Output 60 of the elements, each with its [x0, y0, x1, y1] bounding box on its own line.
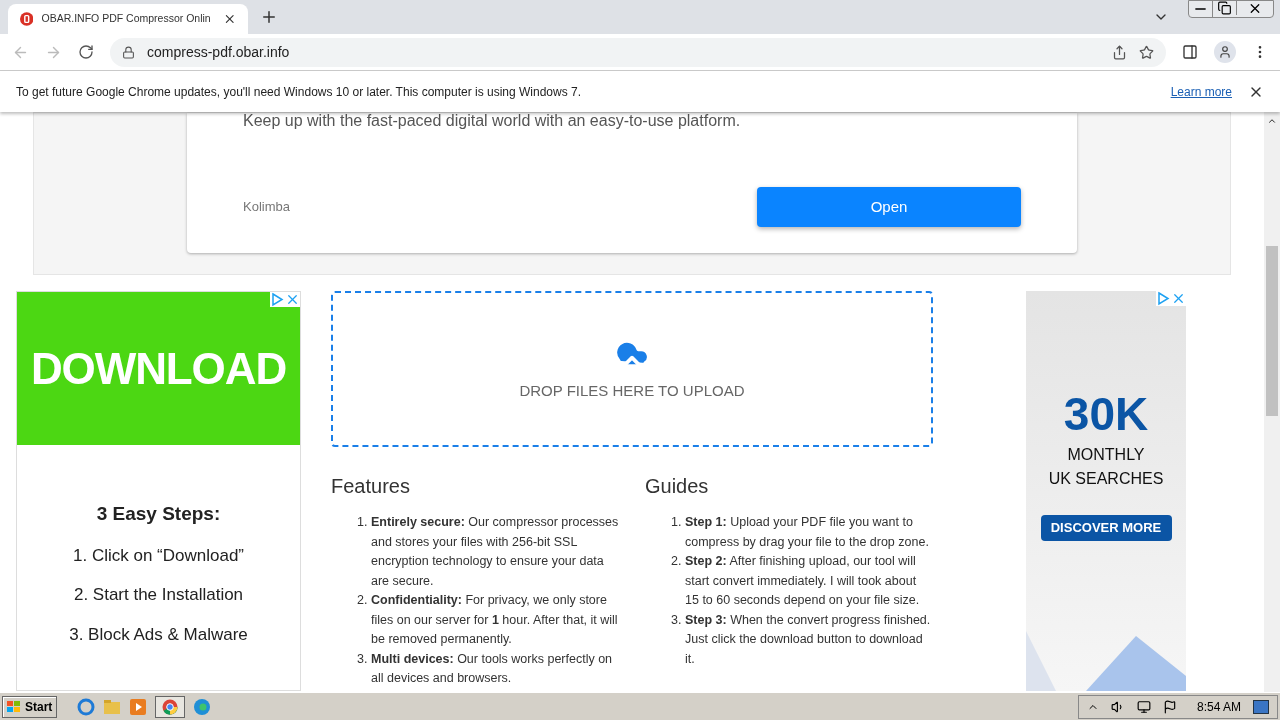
guide-text: Step 2: After finishing upload, our tool will start convert immediately. I will took about 15 to 60 seconds depend on your file size. [685, 553, 921, 609]
tab-title: OBAR.INFO PDF Compressor Onlin [41, 11, 212, 27]
share-icon[interactable] [1112, 44, 1127, 60]
ad-brand: Kolimba [243, 198, 290, 217]
feature-text: Multi devices: Our tools works perfectly on all devices and browsers. [371, 650, 614, 687]
ad-subtitle: 3 Easy Steps: [96, 502, 221, 526]
download-ad[interactable]: DOWNLOAD 3 Easy Steps: 1. Click on “Download” 2. Start the Installation 3. Block Ads & Malware [16, 291, 301, 691]
browser-taskbar-icon[interactable] [77, 697, 96, 716]
list-number: 1. [671, 514, 683, 531]
start-button[interactable]: Start [2, 695, 58, 718]
ad-step: 3. Block Ads & Malware [69, 621, 248, 647]
ad-line: UK SEARCHES [1048, 469, 1164, 489]
address-bar[interactable]: compress-pdf.obar.info [110, 37, 1166, 67]
list-number: 2. [357, 592, 369, 609]
ad-step: 2. Start the Installation [73, 582, 244, 608]
bookmark-star-icon[interactable] [1139, 44, 1154, 60]
guide-text: Step 1: Upload your PDF file you want to compress by drag your file to the drop zone. [685, 514, 930, 551]
discover-more-button[interactable]: DISCOVER MORE [1040, 515, 1172, 541]
url-text: compress-pdf.obar.info [147, 42, 291, 62]
ad-choices-icon[interactable] [270, 292, 285, 307]
ad-tagline: Keep up with the fast-paced digital world with an easy-to-use platform. [243, 112, 742, 131]
scrollbar-thumb[interactable] [1266, 246, 1278, 416]
show-desktop-button[interactable] [1253, 699, 1269, 714]
profile-avatar[interactable] [1214, 41, 1236, 63]
scroll-up-icon[interactable] [1267, 116, 1277, 126]
new-tab-icon[interactable] [260, 8, 278, 26]
scrollbar[interactable] [1264, 112, 1280, 692]
ad-figure: 30K [1063, 391, 1149, 437]
windows-logo-icon [7, 700, 21, 713]
upload-drop-zone[interactable]: DROP FILES HERE TO UPLOAD [331, 291, 933, 447]
list-number: 3. [357, 650, 369, 668]
network-icon[interactable] [1136, 699, 1151, 714]
learn-more-link[interactable]: Learn more [1170, 82, 1232, 101]
section-heading: Features [331, 474, 411, 499]
site-favicon [20, 12, 34, 26]
lock-icon [122, 45, 135, 59]
close-ad-icon[interactable] [1171, 291, 1186, 306]
close-ad-icon[interactable] [285, 292, 300, 307]
search-ad[interactable]: 30K MONTHLY UK SEARCHES DISCOVER MORE [1026, 291, 1186, 691]
feature-text: Confidentiality: For privacy, we only store files on our server for 1 hour. After that, it will be removed permanently. [371, 592, 619, 648]
upload-label: DROP FILES HERE TO UPLOAD [519, 380, 745, 401]
list-number: 2. [671, 553, 683, 570]
chrome-taskbar-button[interactable] [155, 695, 186, 718]
ad-step: 1. Click on “Download” [73, 542, 244, 568]
ad-choices-icon[interactable] [1156, 291, 1171, 306]
feature-text: Entirely secure: Our compressor processes and stores your files with 256-bit SSL encryption technology to ensure your data are secure. [371, 514, 619, 590]
open-button[interactable]: Open [757, 187, 1021, 227]
list-number: 1. [357, 514, 369, 531]
reload-icon[interactable] [78, 44, 94, 60]
side-panel-icon[interactable] [1182, 44, 1198, 60]
clock[interactable]: 8:54 AM [1196, 697, 1241, 716]
action-center-flag-icon[interactable] [1162, 699, 1177, 714]
update-message: To get future Google Chrome updates, you'll need Windows 10 or later. This computer is using Windows 7. [16, 83, 583, 101]
guide-text: Step 3: When the convert progress finished. Just click the download button to download it. [685, 611, 932, 668]
section-heading: Guides [645, 474, 710, 499]
browser-tab[interactable]: OBAR.INFO PDF Compressor Onlin [8, 4, 248, 34]
ad-headline: DOWNLOAD [30, 342, 287, 395]
media-player-icon[interactable] [129, 697, 148, 716]
list-number: 3. [671, 611, 683, 629]
ad-line: MONTHLY [1067, 445, 1145, 465]
